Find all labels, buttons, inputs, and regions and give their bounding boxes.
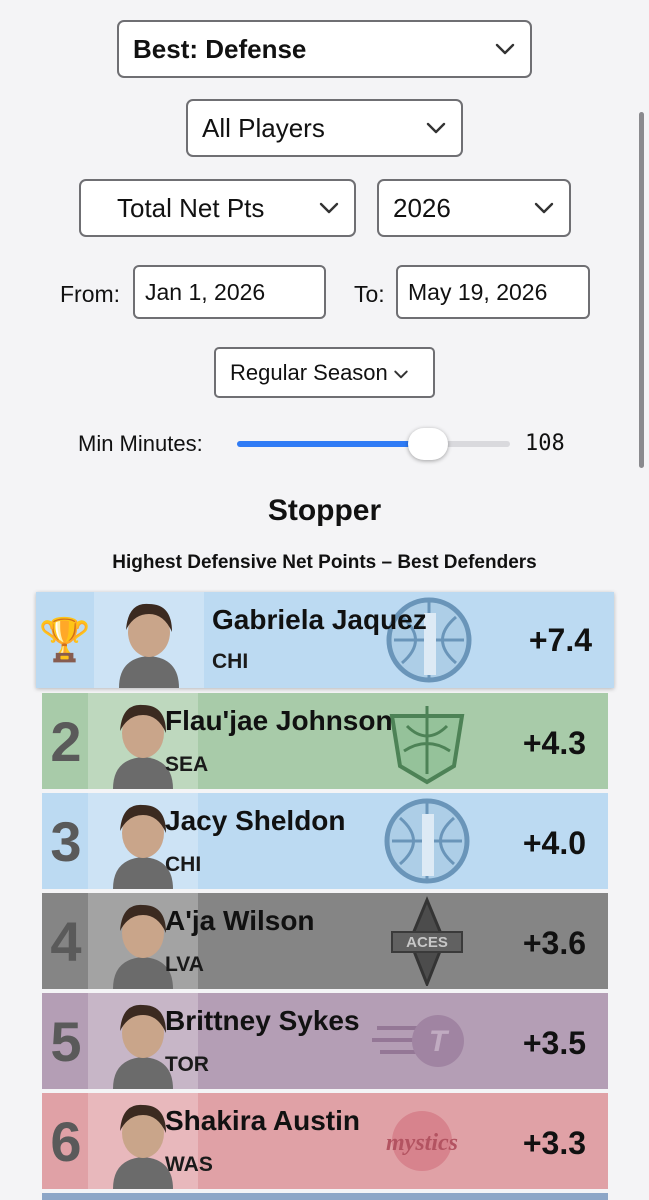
net-points-value: +3.3: [522, 1125, 586, 1161]
net-points-value: +3.5: [522, 1025, 586, 1061]
leaderboard-row[interactable]: 6 mystics Shakira Austin WAS +3.3: [42, 1093, 608, 1189]
svg-text:ACES: ACES: [406, 934, 448, 951]
leaderboard-title: Stopper: [267, 494, 382, 527]
chevron-down-icon: [319, 202, 339, 214]
leaderboard-subtitle: Highest Defensive Net Points – Best Defe…: [112, 552, 537, 573]
chevron-down-icon: [495, 43, 515, 55]
leaderboard-row[interactable]: 2 Flau'jae Johnson SEA +4.3: [42, 693, 608, 789]
player-team: SEA: [165, 753, 209, 776]
trophy-icon: 🏆: [38, 615, 92, 663]
to-date-input[interactable]: May 19, 2026: [396, 265, 590, 319]
from-date-input[interactable]: Jan 1, 2026: [133, 265, 326, 319]
net-points-value: +3.6: [522, 925, 586, 961]
leaderboard-row[interactable]: 🏆 Gabriela Jaquez CHI +7.4: [36, 592, 614, 688]
las-vegas-aces-logo-icon: ACES: [382, 896, 472, 989]
player-photo: [94, 592, 204, 688]
net-points-value: +4.0: [522, 825, 586, 861]
player-team: CHI: [212, 650, 249, 673]
metric-select[interactable]: Total Net Pts: [79, 179, 356, 237]
player-team: LVA: [165, 953, 204, 976]
season-year-select[interactable]: 2026: [377, 179, 571, 237]
min-minutes-slider[interactable]: [237, 428, 510, 460]
category-select-value: Best: Defense: [133, 33, 307, 64]
player-name: Flau'jae Johnson: [165, 705, 393, 736]
leaderboard-row[interactable]: 5 T Brittney Sykes TOR +3.5: [42, 993, 608, 1089]
players-select-value: All Players: [202, 112, 325, 143]
rank-number: 6: [50, 1109, 82, 1173]
rank-number: 2: [50, 709, 82, 773]
slider-fill: [237, 441, 429, 447]
player-team: WAS: [165, 1153, 213, 1176]
net-points-value: +4.3: [522, 725, 586, 761]
min-minutes-label: Min Minutes:: [78, 431, 203, 456]
rank-number: 3: [50, 809, 82, 873]
scrollbar[interactable]: [639, 112, 644, 468]
rank-number: 5: [50, 1009, 82, 1073]
leaderboard-row-partial: [42, 1193, 608, 1200]
player-name: A'ja Wilson: [165, 905, 315, 936]
chevron-down-icon: [394, 370, 408, 379]
svg-text:T: T: [429, 1025, 450, 1058]
min-minutes-value: 108: [525, 431, 565, 456]
chevron-down-icon: [426, 122, 446, 134]
player-name: Shakira Austin: [165, 1105, 361, 1136]
metric-select-value: Total Net Pts: [117, 192, 265, 223]
chicago-sky-logo-icon: [382, 796, 472, 889]
player-team: TOR: [165, 1053, 209, 1076]
player-name: Brittney Sykes: [165, 1005, 360, 1036]
season-year-select-value: 2026: [393, 192, 451, 223]
toronto-tempo-logo-icon: T: [372, 1006, 472, 1081]
season-type-select[interactable]: Regular Season: [214, 347, 435, 398]
leaderboard-row[interactable]: 3 Jacy Sheldon CHI +4.0: [42, 793, 608, 889]
net-points-value: +7.4: [528, 622, 592, 658]
leaderboard-row[interactable]: 4 ACES A'ja Wilson LVA +3.6: [42, 893, 608, 989]
chevron-down-icon: [534, 202, 554, 214]
player-name: Jacy Sheldon: [165, 805, 346, 836]
category-select[interactable]: Best: Defense: [117, 20, 532, 78]
seattle-storm-logo-icon: [382, 696, 472, 789]
players-select[interactable]: All Players: [186, 99, 463, 157]
slider-thumb[interactable]: [408, 428, 449, 460]
svg-text:mystics: mystics: [386, 1130, 458, 1156]
rank-number: 4: [50, 909, 82, 973]
player-team: CHI: [165, 853, 202, 876]
washington-mystics-logo-icon: mystics: [372, 1106, 472, 1181]
from-label: From:: [60, 281, 121, 307]
to-label: To:: [354, 281, 385, 307]
player-name: Gabriela Jaquez: [212, 604, 427, 635]
